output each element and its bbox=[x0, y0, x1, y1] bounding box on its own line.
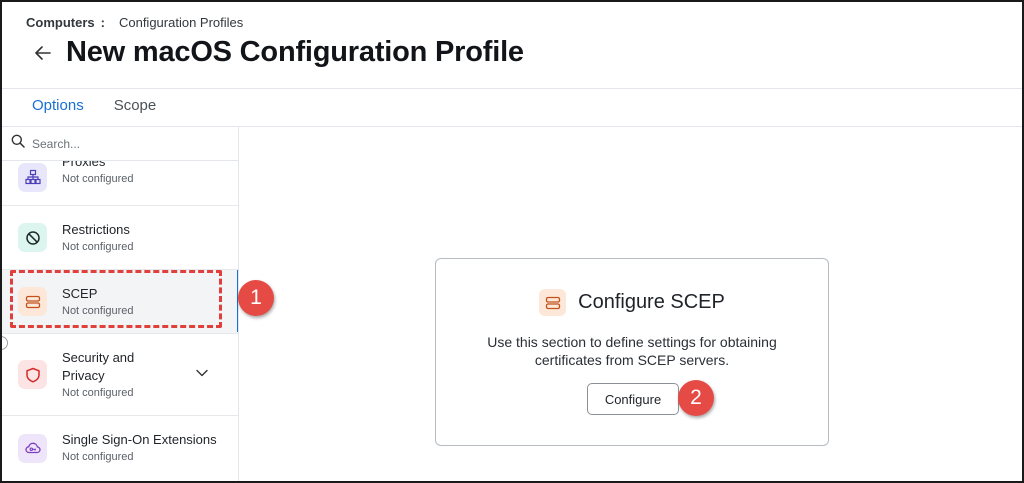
breadcrumb-separator: : bbox=[100, 15, 105, 30]
configure-button[interactable]: Configure bbox=[587, 383, 679, 415]
breadcrumb-current[interactable]: Configuration Profiles bbox=[119, 15, 243, 30]
page-title: New macOS Configuration Profile bbox=[66, 36, 524, 68]
cloud-key-icon bbox=[18, 433, 47, 463]
card-description: Use this section to define settings for … bbox=[487, 334, 777, 368]
tab-options[interactable]: Options bbox=[30, 97, 86, 130]
configure-scep-card: Configure SCEP Use this section to defin… bbox=[435, 258, 829, 446]
sidebar-item-single-sign-on-extensions[interactable]: Single Sign-On Extensions Not configured bbox=[2, 416, 238, 480]
card-title: Configure SCEP bbox=[578, 291, 725, 313]
annotation-badge-2: 2 bbox=[678, 380, 714, 416]
annotation-badge-1: 1 bbox=[238, 280, 274, 316]
breadcrumb-root[interactable]: Computers bbox=[26, 15, 95, 30]
card-header: Configure SCEP bbox=[436, 289, 828, 316]
search-icon bbox=[11, 134, 25, 153]
sidebar-item-status: Not configured bbox=[62, 240, 134, 253]
sidebar-item-status: Not configured bbox=[62, 451, 134, 463]
server-stack-icon bbox=[539, 289, 567, 316]
breadcrumb: Computers : Configuration Profiles bbox=[26, 15, 243, 30]
no-entry-icon bbox=[18, 223, 47, 252]
app-window: Computers : Configuration Profiles New m… bbox=[0, 0, 1024, 483]
chevron-down-icon[interactable] bbox=[196, 364, 208, 382]
header-divider bbox=[2, 88, 1022, 89]
sidebar-item-label: SCEP bbox=[62, 285, 98, 301]
shield-icon bbox=[18, 360, 47, 389]
sidebar-item-scep[interactable]: SCEP Not configured bbox=[2, 270, 238, 334]
sidebar-item-restrictions[interactable]: Restrictions Not configured bbox=[2, 206, 238, 270]
tab-bar: Options Scope bbox=[30, 97, 157, 130]
sidebar-item-status: Not configured bbox=[62, 386, 134, 399]
tab-scope[interactable]: Scope bbox=[114, 97, 157, 122]
sidebar-item-status: Not configured bbox=[62, 304, 134, 317]
sidebar: Proxies Not configured Restrictions Not … bbox=[2, 127, 239, 481]
sidebar-item-security-and-privacy[interactable]: Security and Privacy Not configured bbox=[2, 334, 238, 416]
sidebar-item-label: Security and Privacy bbox=[62, 349, 135, 383]
server-stack-icon bbox=[18, 287, 47, 316]
sidebar-item-label: Restrictions bbox=[62, 221, 130, 237]
sidebar-item-label: Single Sign-On Extensions bbox=[62, 432, 217, 447]
search-input[interactable] bbox=[32, 136, 222, 151]
network-hierarchy-icon bbox=[18, 162, 47, 192]
back-arrow-icon[interactable] bbox=[32, 42, 54, 64]
search-bar bbox=[2, 127, 238, 161]
sidebar-item-status: Not configured bbox=[62, 173, 134, 185]
